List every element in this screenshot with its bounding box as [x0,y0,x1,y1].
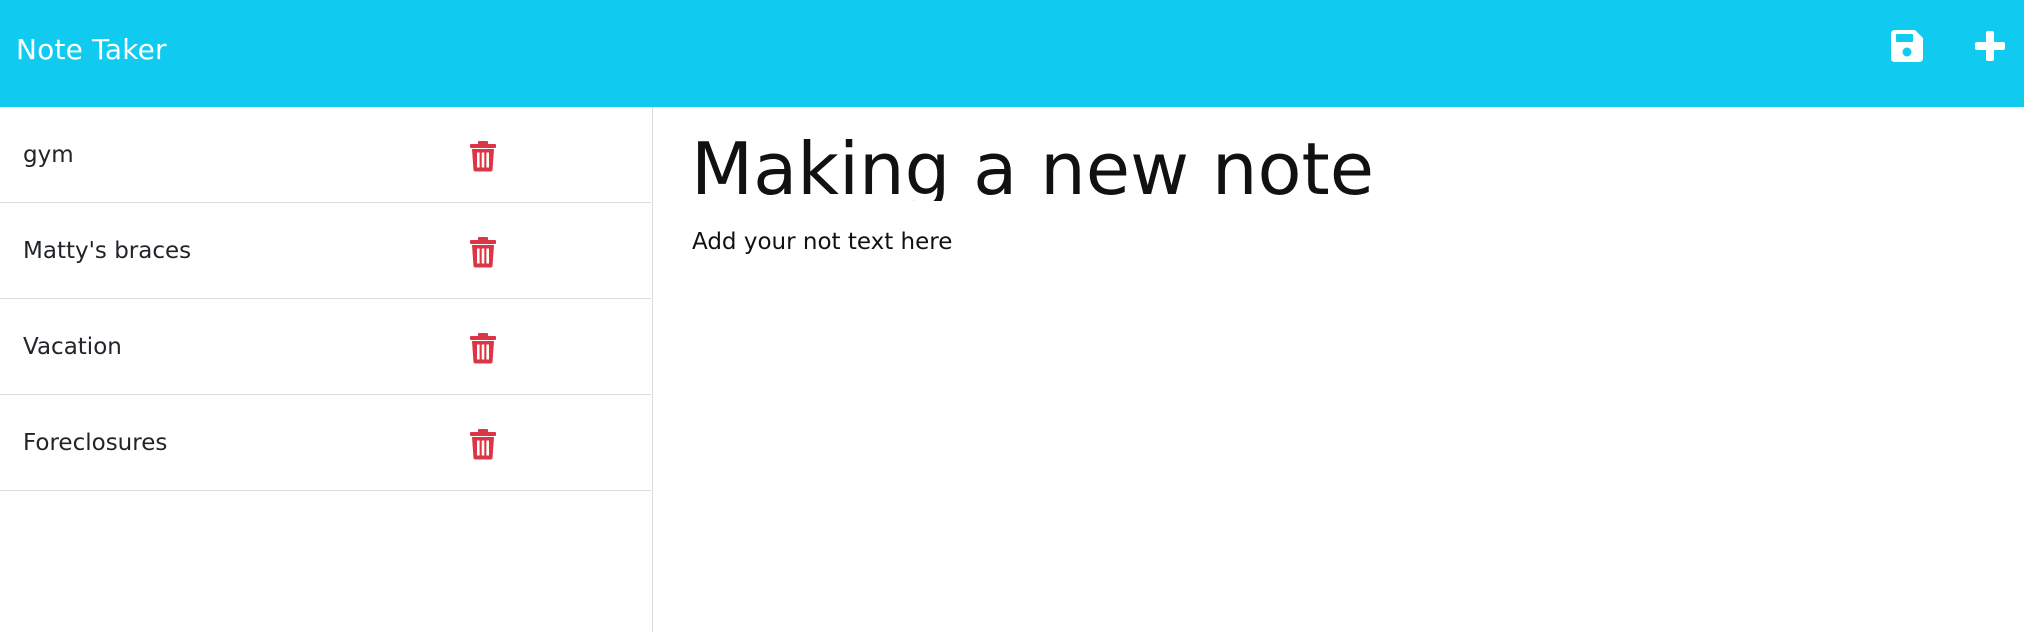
list-item[interactable]: Vacation [0,299,651,395]
list-item[interactable]: Matty's braces [0,203,651,299]
note-title[interactable]: Matty's braces [23,203,191,299]
note-title[interactable]: gym [23,107,74,203]
plus-icon [1975,31,2005,61]
list-item[interactable]: Foreclosures [0,395,651,491]
floppy-disk-save-icon [1891,30,1923,62]
trash-icon [470,237,496,268]
app-title[interactable]: Note Taker [16,0,167,100]
delete-note-button[interactable] [469,332,497,364]
trash-icon [470,141,496,172]
trash-icon [470,333,496,364]
note-editor: Making a new note Add your not text here [653,107,2024,632]
note-text-area[interactable]: Add your not text here [692,227,1942,607]
delete-note-button[interactable] [469,428,497,460]
navbar: Note Taker [0,0,2024,107]
new-note-button[interactable] [1972,28,2012,68]
trash-icon [470,429,496,460]
save-note-button[interactable] [1889,28,1929,68]
notes-list: gym Matty's braces Vacation Foreclosures [0,107,652,491]
delete-note-button[interactable] [469,140,497,172]
notes-sidebar: gym Matty's braces Vacation Foreclosures [0,107,653,632]
note-title[interactable]: Vacation [23,299,122,395]
list-item[interactable]: gym [0,107,651,203]
note-title[interactable]: Foreclosures [23,395,167,491]
note-title-input[interactable]: Making a new note [691,121,1591,201]
delete-note-button[interactable] [469,236,497,268]
